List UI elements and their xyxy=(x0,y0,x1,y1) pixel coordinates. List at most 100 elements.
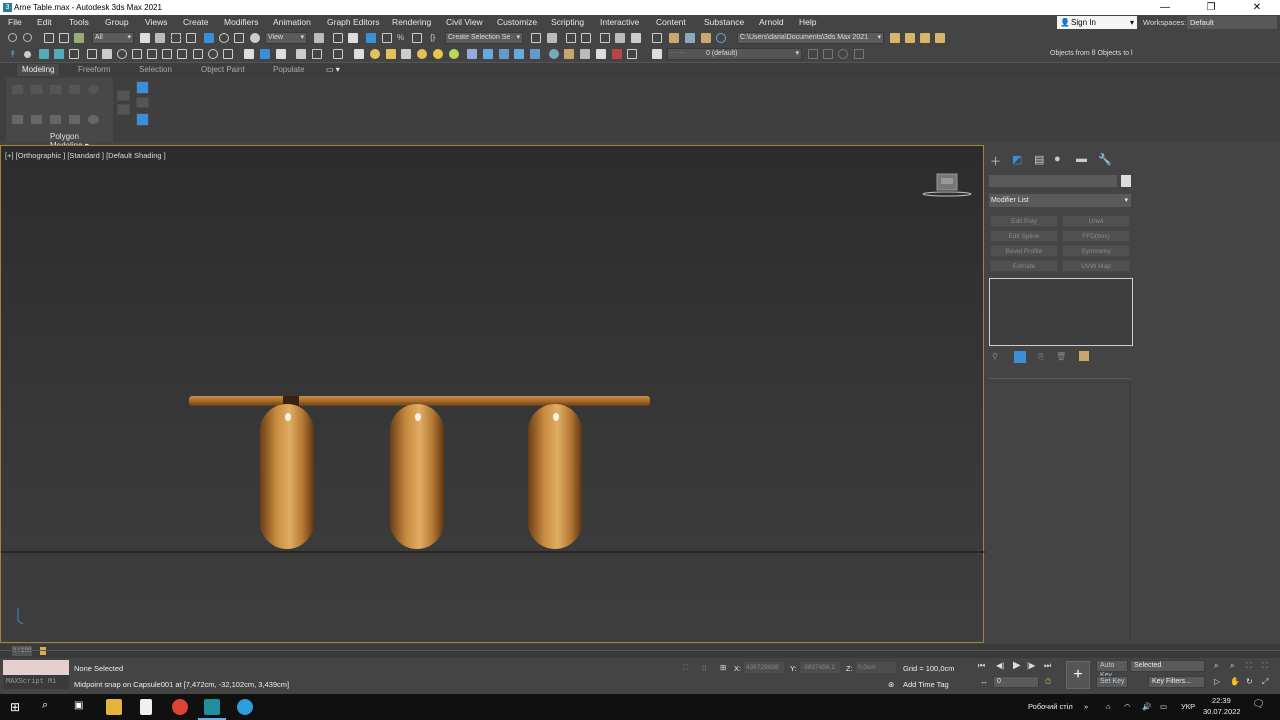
notifications-icon[interactable]: 🗨 xyxy=(1252,699,1265,710)
modifier-button-bevel-profile[interactable]: Bevel Profile xyxy=(990,245,1058,257)
material-icon[interactable] xyxy=(564,49,574,59)
mesh-select-icon[interactable] xyxy=(312,49,322,59)
edit-named-selection-icon[interactable]: {} xyxy=(430,33,440,43)
previous-frame-icon[interactable]: ◀| xyxy=(996,661,1004,670)
edit-poly-icon[interactable] xyxy=(11,114,24,125)
menu-create[interactable]: Create xyxy=(183,17,209,27)
modify-tab-icon[interactable]: ◩ xyxy=(1012,153,1022,166)
mesh-sphere-icon[interactable] xyxy=(370,49,380,59)
make-unique-icon[interactable]: ⎘ xyxy=(1038,352,1044,362)
layer-freeze-icon[interactable] xyxy=(854,49,864,59)
point-icon[interactable] xyxy=(24,51,31,58)
absolute-mode-icon[interactable]: ⊞ xyxy=(720,663,726,672)
field-of-view-icon[interactable]: ▷ xyxy=(1214,677,1220,686)
select-link-icon[interactable] xyxy=(44,33,54,43)
file-explorer-icon[interactable] xyxy=(106,699,122,715)
menu-modifiers[interactable]: Modifiers xyxy=(224,17,258,27)
material-editor-icon[interactable] xyxy=(652,33,662,43)
zoom-icon[interactable]: ⌕ xyxy=(1214,661,1218,671)
hierarchy-icon[interactable] xyxy=(39,49,49,59)
sun-icon[interactable] xyxy=(433,49,443,59)
unlink-icon[interactable] xyxy=(59,33,69,43)
workspace-select[interactable]: Default xyxy=(1187,16,1277,29)
layer-add-icon[interactable] xyxy=(808,49,818,59)
battery-icon[interactable]: ▭ xyxy=(1160,702,1167,711)
grid-plane-icon[interactable] xyxy=(147,49,157,59)
zoom-extents-all-icon[interactable]: ⛶ xyxy=(1262,661,1268,671)
auto-key-button[interactable]: Auto Key xyxy=(1096,660,1128,679)
helper-icon[interactable] xyxy=(467,49,477,59)
surface-icon[interactable] xyxy=(354,49,364,59)
tube-icon[interactable] xyxy=(162,49,172,59)
cone-icon[interactable] xyxy=(386,49,396,59)
edge-mode-icon[interactable] xyxy=(30,84,43,95)
freeze-icon[interactable]: ↟ xyxy=(9,49,19,59)
menu-help[interactable]: Help xyxy=(799,17,816,27)
layer-dropdown[interactable]: ⋯⋯ 0 (default) xyxy=(667,48,802,60)
configure-modifier-sets-icon[interactable] xyxy=(1079,351,1089,361)
maxscript-listener[interactable] xyxy=(3,660,69,675)
layer-select-icon[interactable] xyxy=(823,49,833,59)
time-slider[interactable]: 0 / 100 xyxy=(12,646,32,656)
project-folder-icon[interactable] xyxy=(905,33,915,43)
desktop-label[interactable]: Робочий стіл xyxy=(1028,702,1073,711)
y-coordinate-field[interactable]: -3837456,1 xyxy=(800,662,840,673)
selection-filter-dropdown[interactable]: All xyxy=(92,32,134,44)
plane-icon[interactable] xyxy=(193,49,203,59)
tab-populate[interactable]: Populate xyxy=(273,65,305,74)
show-end-result-icon[interactable] xyxy=(1014,351,1026,363)
mesh-icon[interactable] xyxy=(296,49,306,59)
named-selection-dropdown[interactable]: Create Selection Se xyxy=(445,32,523,44)
polygon-mode-icon[interactable] xyxy=(68,84,81,95)
system-icon[interactable] xyxy=(499,49,509,59)
tab-selection[interactable]: Selection xyxy=(139,65,172,74)
menu-tools[interactable]: Tools xyxy=(69,17,89,27)
open-folder-icon[interactable] xyxy=(890,33,900,43)
pan-icon[interactable]: ✋ xyxy=(1230,677,1240,686)
set-key-big-button[interactable]: + xyxy=(1066,661,1090,689)
modifier-button-extrude[interactable]: Extrude xyxy=(990,260,1058,272)
tab-object-paint[interactable]: Object Paint xyxy=(201,65,245,74)
redo-icon[interactable] xyxy=(23,33,32,42)
layer-hide-icon[interactable] xyxy=(838,49,848,59)
menu-edit[interactable]: Edit xyxy=(37,17,52,27)
rotate-icon[interactable] xyxy=(219,33,229,43)
wifi-icon[interactable]: ◠ xyxy=(1124,702,1131,711)
sky-icon[interactable] xyxy=(449,49,459,59)
project-folder-dropdown[interactable]: C:\Users\daria\Documents\3ds Max 2021 xyxy=(737,32,884,44)
timeline[interactable]: 0 / 100 xyxy=(0,644,1280,658)
orbit-icon[interactable]: ↻ xyxy=(1246,677,1253,686)
vertex-mode-icon[interactable] xyxy=(11,84,24,95)
preserve-uvs-icon[interactable] xyxy=(68,114,81,125)
cylinder-icon[interactable] xyxy=(132,49,142,59)
isolate-selection-icon[interactable]: ▯ xyxy=(702,663,706,672)
menu-rendering[interactable]: Rendering xyxy=(392,17,431,27)
menu-file[interactable]: File xyxy=(8,17,22,27)
curve-editor-icon[interactable] xyxy=(615,33,625,43)
hierarchy-tab-icon[interactable]: ▤ xyxy=(1034,153,1044,166)
pyramid-icon[interactable] xyxy=(401,49,411,59)
object-color-swatch[interactable] xyxy=(1121,175,1131,187)
snaps-toggle-icon[interactable] xyxy=(366,33,376,43)
search-icon[interactable]: ⌕ xyxy=(42,699,48,712)
percent-snap-icon[interactable]: % xyxy=(397,33,407,43)
box-icon[interactable] xyxy=(102,49,112,59)
x-coordinate-field[interactable]: 438729688 xyxy=(744,662,784,673)
light-bulb-icon[interactable] xyxy=(223,49,233,59)
container-icon[interactable] xyxy=(596,49,606,59)
menu-civil-view[interactable]: Civil View xyxy=(446,17,483,27)
modifier-button-symmetry[interactable]: Symmetry xyxy=(1062,245,1130,257)
particle-icon[interactable] xyxy=(530,49,540,59)
menu-substance[interactable]: Substance xyxy=(704,17,744,27)
sphere-icon[interactable] xyxy=(117,49,127,59)
geosphere-icon[interactable] xyxy=(417,49,427,59)
render-production-icon[interactable] xyxy=(701,33,711,43)
teapot-icon[interactable] xyxy=(177,49,187,59)
viewport-orthographic[interactable]: [+] [Orthographic ] [Standard ] [Default… xyxy=(0,145,985,643)
layer-icon[interactable] xyxy=(69,49,79,59)
navigate-icon[interactable] xyxy=(136,81,149,94)
menu-graph-editors[interactable]: Graph Editors xyxy=(327,17,379,27)
play-icon[interactable]: ▶ xyxy=(1013,660,1021,671)
next-frame-icon[interactable]: |▶ xyxy=(1027,661,1035,670)
modifier-button-edit-spline[interactable]: Edit Spline xyxy=(990,230,1058,242)
